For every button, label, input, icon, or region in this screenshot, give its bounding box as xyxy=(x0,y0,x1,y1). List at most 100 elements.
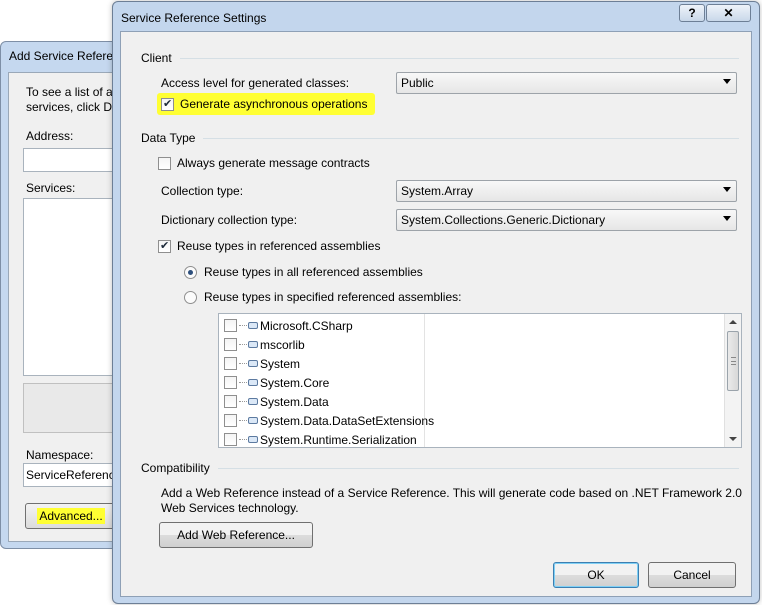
assembly-name: Microsoft.CSharp xyxy=(260,318,353,333)
ok-button-label: OK xyxy=(587,568,605,582)
service-reference-settings-dialog: Service Reference Settings ? ✕ Client Ac… xyxy=(112,1,760,604)
assembly-item[interactable]: System xyxy=(224,354,300,373)
collection-type-label: Collection type: xyxy=(161,184,244,198)
chevron-down-icon xyxy=(723,187,731,192)
compatibility-line-2: Web Services technology. xyxy=(161,501,299,515)
section-divider xyxy=(217,467,739,469)
cancel-button-label: Cancel xyxy=(673,568,711,582)
assembly-name: System xyxy=(260,356,301,371)
section-data-type-title: Data Type xyxy=(141,131,196,145)
dictionary-type-label: Dictionary collection type: xyxy=(161,213,298,227)
assembly-item[interactable]: Microsoft.CSharp xyxy=(224,316,353,335)
reuse-specified-label: Reuse types in specified referenced asse… xyxy=(204,290,462,304)
assembly-icon xyxy=(248,436,258,443)
assembly-checkbox[interactable] xyxy=(224,376,237,389)
help-button[interactable]: ? xyxy=(679,4,705,22)
collection-type-dropdown[interactable]: System.Array xyxy=(396,180,737,202)
access-level-label: Access level for generated classes: xyxy=(161,76,350,90)
tree-connector xyxy=(239,401,247,402)
assembly-icon xyxy=(248,417,258,424)
address-label: Address: xyxy=(26,129,74,143)
assembly-icon xyxy=(248,379,258,386)
help-icon: ? xyxy=(688,6,696,20)
compatibility-line-1: Add a Web Reference instead of a Service… xyxy=(161,486,742,500)
dialog-client-area: Client Access level for generated classe… xyxy=(120,31,752,597)
tree-connector xyxy=(239,420,247,421)
assembly-name: mscorlib xyxy=(260,337,305,352)
tree-connector xyxy=(239,325,247,326)
reuse-specified-option[interactable]: Reuse types in specified referenced asse… xyxy=(184,290,462,305)
section-divider xyxy=(203,137,739,139)
assembly-checkbox[interactable] xyxy=(224,414,237,427)
reuse-types-label: Reuse types in referenced assemblies xyxy=(177,239,381,253)
assembly-checkbox[interactable] xyxy=(224,357,237,370)
assembly-item[interactable]: mscorlib xyxy=(224,335,305,354)
async-operations-option[interactable]: Generate asynchronous operations xyxy=(157,93,376,115)
chevron-down-icon xyxy=(723,216,731,221)
assembly-checkbox[interactable] xyxy=(224,319,237,332)
section-compatibility-title: Compatibility xyxy=(141,461,210,475)
dictionary-type-dropdown[interactable]: System.Collections.Generic.Dictionary xyxy=(396,209,737,231)
assembly-name: System.Runtime.Serialization xyxy=(260,432,417,447)
section-compatibility: Compatibility xyxy=(141,461,739,475)
reuse-types-option[interactable]: Reuse types in referenced assemblies xyxy=(158,239,381,254)
advanced-button[interactable]: Advanced... xyxy=(25,503,117,529)
section-client-title: Client xyxy=(141,51,172,65)
section-data-type: Data Type xyxy=(141,131,739,145)
reuse-all-radio[interactable] xyxy=(184,266,197,280)
assembly-icon xyxy=(248,398,258,405)
namespace-label: Namespace: xyxy=(26,448,94,462)
reuse-types-checkbox[interactable] xyxy=(158,239,171,254)
message-contracts-checkbox[interactable] xyxy=(158,157,171,171)
ok-button[interactable]: OK xyxy=(553,562,639,588)
cancel-button[interactable]: Cancel xyxy=(648,562,736,588)
grip-icon xyxy=(731,357,736,365)
assembly-item[interactable]: System.Data xyxy=(224,392,329,411)
compatibility-description: Add a Web Reference instead of a Service… xyxy=(161,486,742,516)
services-label: Services: xyxy=(26,181,76,195)
assembly-item[interactable]: System.Runtime.Serialization xyxy=(224,430,417,447)
scroll-up-icon[interactable] xyxy=(729,320,737,324)
collection-type-value: System.Array xyxy=(401,184,474,198)
add-web-reference-label: Add Web Reference... xyxy=(177,528,295,542)
add-web-reference-button[interactable]: Add Web Reference... xyxy=(159,522,313,548)
async-operations-label: Generate asynchronous operations xyxy=(180,97,368,111)
scroll-down-icon[interactable] xyxy=(729,437,737,441)
section-divider xyxy=(179,57,739,59)
dialog-title: Service Reference Settings xyxy=(121,11,267,25)
chevron-down-icon xyxy=(723,79,731,84)
access-level-value: Public xyxy=(401,76,434,90)
assembly-list-scrollbar[interactable] xyxy=(724,314,741,447)
section-client: Client xyxy=(141,51,739,65)
async-operations-checkbox[interactable] xyxy=(161,97,174,112)
dictionary-type-value: System.Collections.Generic.Dictionary xyxy=(401,213,606,227)
assembly-icon xyxy=(248,341,258,348)
tree-connector xyxy=(239,344,247,345)
assembly-list[interactable]: Microsoft.CSharp mscorlib System System.… xyxy=(218,313,742,448)
message-contracts-option[interactable]: Always generate message contracts xyxy=(158,156,370,171)
assembly-name: System.Data.DataSetExtensions xyxy=(260,413,435,428)
close-button[interactable]: ✕ xyxy=(706,4,751,22)
scroll-thumb[interactable] xyxy=(727,331,739,391)
reuse-all-label: Reuse types in all referenced assemblies xyxy=(204,265,423,279)
message-contracts-label: Always generate message contracts xyxy=(177,156,370,170)
assembly-name: System.Data xyxy=(260,394,329,409)
assembly-name: System.Core xyxy=(260,375,330,390)
tree-connector xyxy=(239,382,247,383)
assembly-item[interactable]: System.Data.DataSetExtensions xyxy=(224,411,434,430)
access-level-dropdown[interactable]: Public xyxy=(396,72,737,94)
bg-dialog-title: Add Service Referen xyxy=(9,49,120,63)
reuse-specified-radio[interactable] xyxy=(184,291,197,305)
close-icon: ✕ xyxy=(723,6,734,20)
assembly-checkbox[interactable] xyxy=(224,433,237,446)
assembly-item[interactable]: System.Core xyxy=(224,373,329,392)
reuse-all-option[interactable]: Reuse types in all referenced assemblies xyxy=(184,265,423,280)
assembly-icon xyxy=(248,360,258,367)
tree-connector xyxy=(239,363,247,364)
advanced-button-label: Advanced... xyxy=(37,508,105,524)
tree-connector xyxy=(239,439,247,440)
async-highlight: Generate asynchronous operations xyxy=(157,93,376,115)
assembly-checkbox[interactable] xyxy=(224,395,237,408)
assembly-icon xyxy=(248,322,258,329)
assembly-checkbox[interactable] xyxy=(224,338,237,351)
